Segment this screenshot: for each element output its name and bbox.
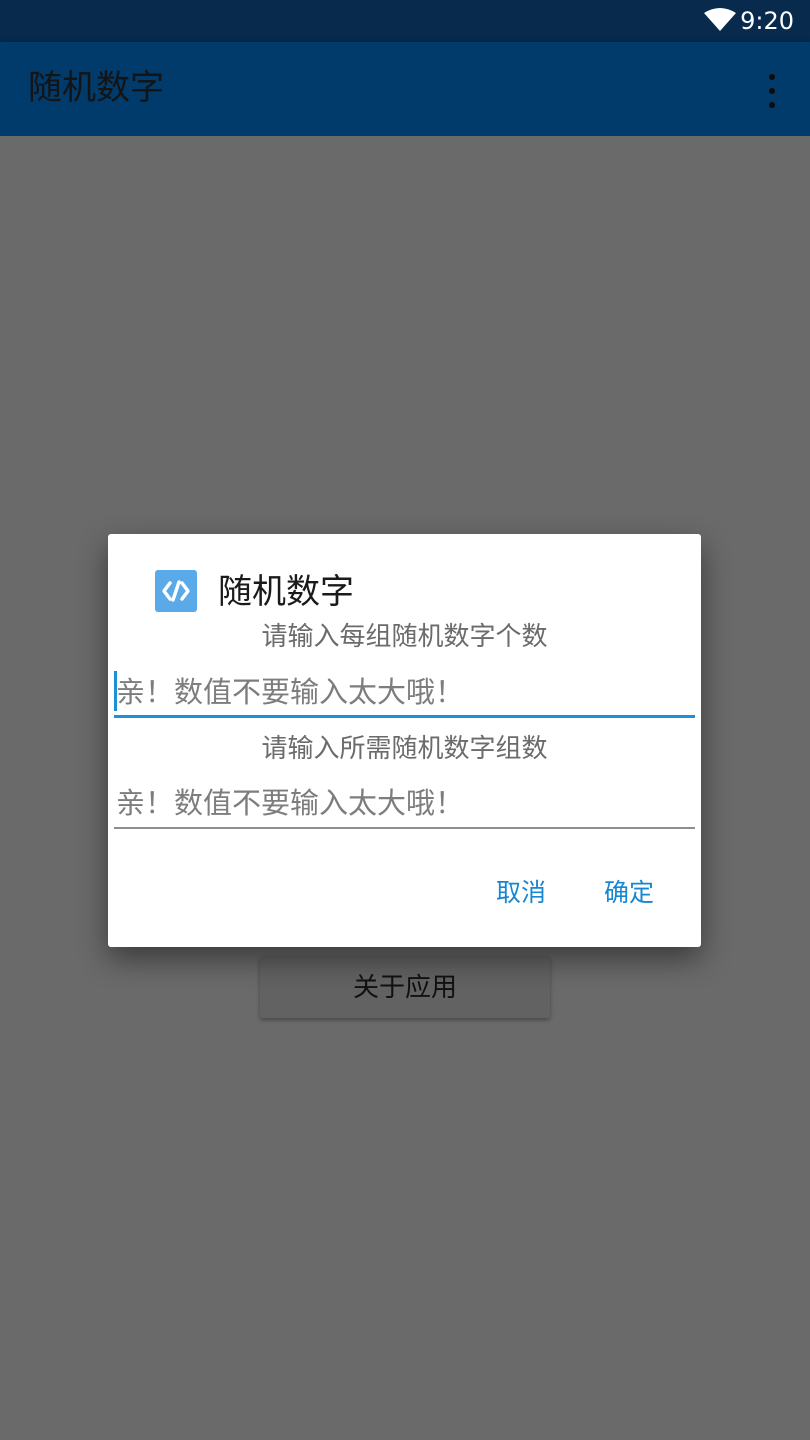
status-time: 9:20 — [740, 7, 794, 35]
app-bar: 随机数字 — [0, 42, 810, 136]
code-icon — [155, 570, 197, 612]
group-size-prompt: 请输入每组随机数字个数 — [261, 622, 548, 652]
confirm-button[interactable]: 确定 — [594, 868, 664, 918]
wifi-icon — [704, 8, 736, 31]
dialog-title: 随机数字 — [218, 572, 354, 612]
status-bar: 9:20 — [0, 0, 810, 42]
more-vert-icon[interactable] — [760, 72, 784, 110]
group-count-input[interactable] — [114, 779, 695, 829]
group-size-input[interactable] — [114, 668, 695, 718]
about-app-button[interactable]: 关于应用 — [260, 956, 550, 1018]
text-cursor — [114, 671, 117, 711]
app-title: 随机数字 — [28, 68, 164, 108]
cancel-button[interactable]: 取消 — [486, 868, 556, 918]
group-count-prompt: 请输入所需随机数字组数 — [261, 734, 548, 764]
input-dialog: 随机数字 请输入每组随机数字个数 请输入所需随机数字组数 取消 确定 — [108, 534, 701, 947]
